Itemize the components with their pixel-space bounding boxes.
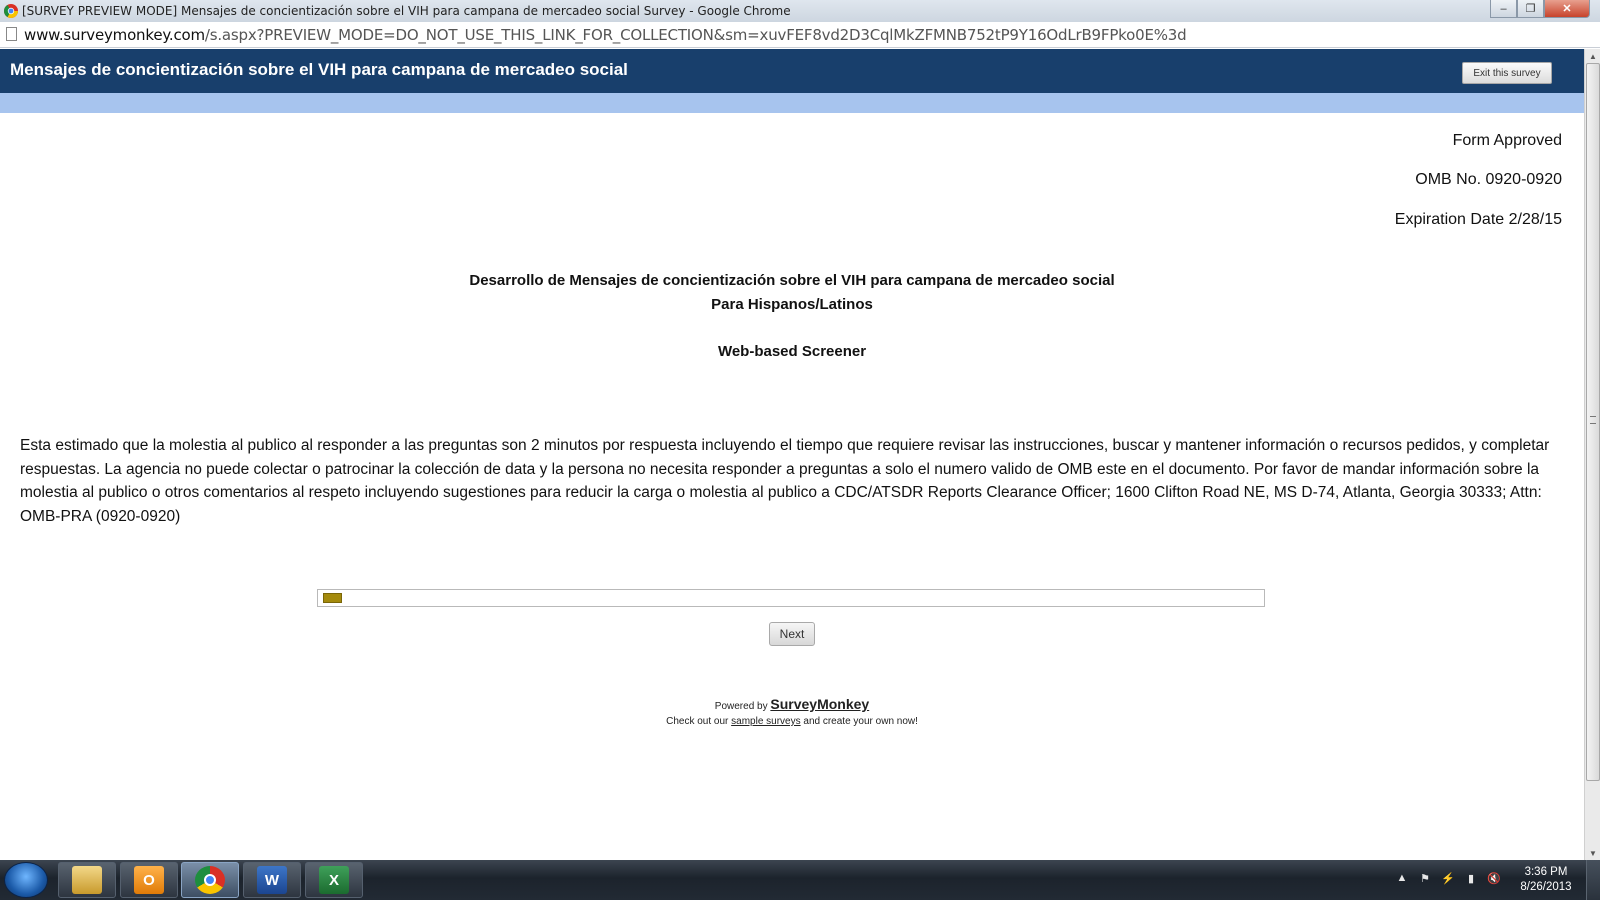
url-field[interactable]: www.surveymonkey.com/s.aspx?PREVIEW_MODE… xyxy=(24,26,1187,44)
powered-by-footer: Powered by SurveyMonkey xyxy=(0,696,1584,712)
action-center-flag-icon[interactable]: ⚑ xyxy=(1418,870,1432,886)
survey-header: Mensajes de concientización sobre el VIH… xyxy=(0,49,1584,93)
page-icon xyxy=(6,27,17,41)
survey-subheading: Para Hispanos/Latinos xyxy=(711,296,873,313)
close-button[interactable]: ✕ xyxy=(1544,0,1590,18)
powered-by-label: Powered by xyxy=(714,701,768,712)
taskbar-excel[interactable]: X xyxy=(305,862,363,898)
network-signal-icon[interactable]: ▮ xyxy=(1464,870,1478,886)
address-bar[interactable]: www.surveymonkey.com/s.aspx?PREVIEW_MODE… xyxy=(0,22,1600,48)
scroll-grip-icon xyxy=(1590,416,1596,424)
screener-title: Web-based Screener xyxy=(717,343,867,360)
survey-title: Mensajes de concientización sobre el VIH… xyxy=(10,60,628,79)
taskbar-outlook[interactable]: O xyxy=(120,862,178,898)
survey-subheader-bar xyxy=(0,93,1584,113)
taskbar-word[interactable]: W xyxy=(243,862,301,898)
vertical-scrollbar[interactable]: ▲ ▼ xyxy=(1584,49,1600,860)
checkout-suffix: and create your own now! xyxy=(803,716,918,727)
excel-icon: X xyxy=(319,866,349,894)
progress-fill xyxy=(323,593,342,603)
outlook-icon: O xyxy=(134,866,164,894)
survey-heading: Desarrollo de Mensajes de concientizació… xyxy=(469,272,1115,289)
surveymonkey-link[interactable]: SurveyMonkey xyxy=(770,696,869,712)
start-button[interactable] xyxy=(4,862,48,898)
scroll-up-arrow-icon[interactable]: ▲ xyxy=(1585,49,1600,63)
scroll-thumb[interactable] xyxy=(1586,63,1600,781)
burden-statement: Esta estimado que la molestia al publico… xyxy=(20,437,1550,525)
minimize-button[interactable]: – xyxy=(1490,0,1517,18)
window-controls: – ❐ ✕ xyxy=(1490,0,1590,18)
exit-survey-button[interactable]: Exit this survey xyxy=(1462,62,1552,84)
browser-window: [SURVEY PREVIEW MODE] Mensajes de concie… xyxy=(0,0,1600,900)
chrome-icon xyxy=(4,4,18,18)
page-viewport: Mensajes de concientización sobre el VIH… xyxy=(0,49,1584,860)
taskbar-chrome[interactable] xyxy=(181,862,239,898)
power-plug-icon[interactable]: ⚡ xyxy=(1441,870,1455,886)
url-host: www.surveymonkey.com xyxy=(24,26,205,44)
scroll-down-arrow-icon[interactable]: ▼ xyxy=(1585,846,1600,860)
clock-time: 3:36 PM xyxy=(1524,866,1568,878)
url-path: /s.aspx?PREVIEW_MODE=DO_NOT_USE_THIS_LIN… xyxy=(204,26,1187,44)
checkout-footer: Check out our sample surveys and create … xyxy=(0,716,1584,727)
omb-number-text: OMB No. 0920-0920 xyxy=(1415,171,1562,188)
system-clock[interactable]: 3:36 PM 8/26/2013 xyxy=(1514,865,1578,895)
windows-explorer-icon xyxy=(72,866,102,894)
system-tray: ▲ ⚑ ⚡ ▮ 🔇 xyxy=(1395,870,1501,886)
show-desktop-button[interactable] xyxy=(1586,860,1600,900)
progress-bar xyxy=(317,589,1265,607)
chrome-icon xyxy=(195,866,225,894)
volume-muted-icon[interactable]: 🔇 xyxy=(1487,870,1501,886)
expiration-date-text: Expiration Date 2/28/15 xyxy=(1394,211,1562,228)
window-title: [SURVEY PREVIEW MODE] Mensajes de concie… xyxy=(22,4,791,18)
next-button[interactable]: Next xyxy=(769,622,815,646)
windows-taskbar: O W X ▲ ⚑ ⚡ ▮ 🔇 3:36 PM 8/26/2013 xyxy=(0,860,1600,900)
show-hidden-icons-icon[interactable]: ▲ xyxy=(1395,870,1409,886)
clock-date: 8/26/2013 xyxy=(1520,881,1572,893)
form-approved-text: Form Approved xyxy=(1452,132,1562,149)
word-icon: W xyxy=(257,866,287,894)
taskbar-explorer[interactable] xyxy=(58,862,116,898)
checkout-prefix: Check out our xyxy=(666,716,729,727)
maximize-button[interactable]: ❐ xyxy=(1517,0,1544,18)
window-title-bar: [SURVEY PREVIEW MODE] Mensajes de concie… xyxy=(0,0,1600,22)
sample-surveys-link[interactable]: sample surveys xyxy=(731,716,800,727)
